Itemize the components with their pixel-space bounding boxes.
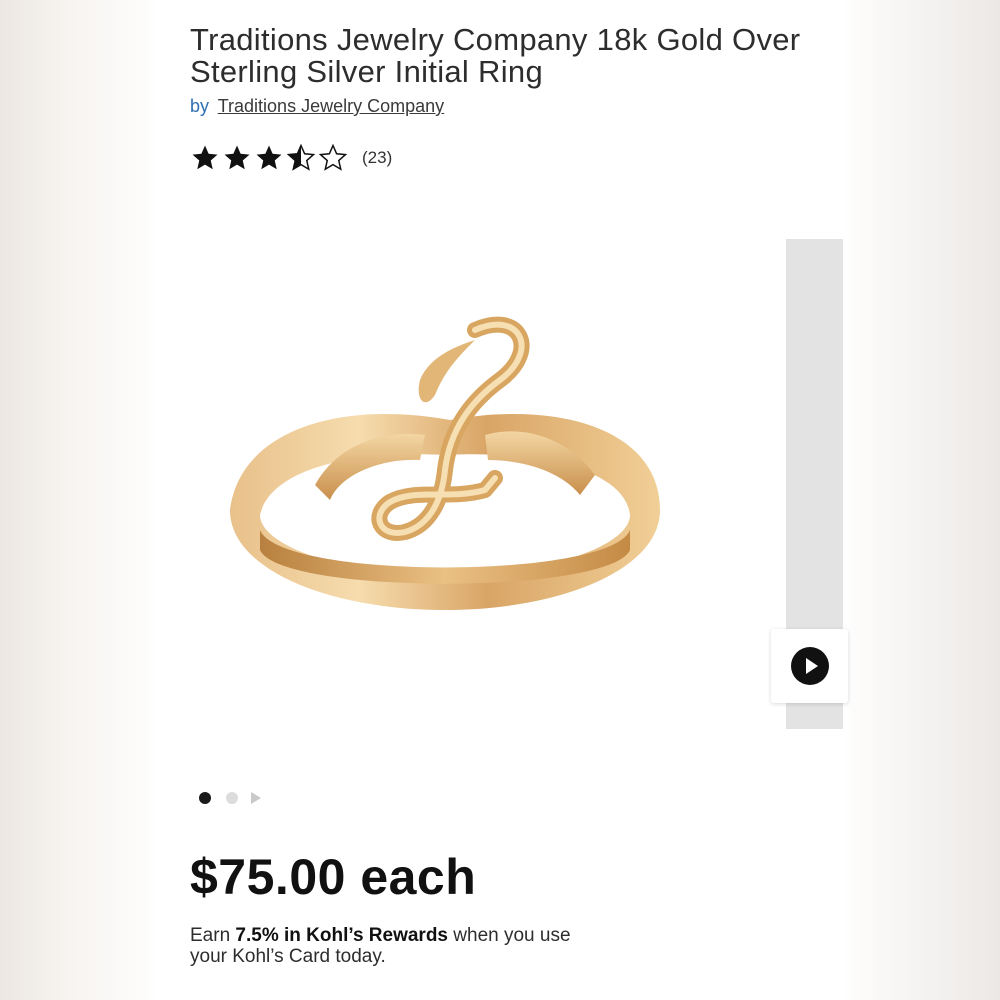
star-full-icon bbox=[256, 145, 282, 170]
carousel-dot[interactable] bbox=[226, 792, 238, 804]
rewards-message: Earn 7.5% in Kohl’s Rewards when you use… bbox=[190, 925, 610, 967]
rewards-highlight: 7.5% in Kohl’s Rewards bbox=[235, 925, 449, 946]
review-count[interactable]: (23) bbox=[362, 148, 392, 168]
star-rating bbox=[190, 143, 350, 173]
brand-link[interactable]: Traditions Jewelry Company bbox=[218, 96, 444, 116]
chevron-right-icon[interactable] bbox=[251, 792, 261, 804]
by-label: by bbox=[190, 96, 210, 116]
carousel-pagination bbox=[199, 792, 261, 804]
rewards-prefix: Earn bbox=[190, 925, 236, 946]
star-empty-icon bbox=[318, 143, 348, 171]
brand-byline: by Traditions Jewelry Company bbox=[190, 96, 444, 117]
star-full-icon bbox=[192, 145, 218, 170]
video-play-button[interactable] bbox=[771, 629, 848, 703]
play-icon bbox=[790, 647, 829, 685]
carousel-dot-active[interactable] bbox=[199, 792, 211, 804]
star-full-icon bbox=[224, 145, 250, 170]
gold-initial-ring-image bbox=[230, 316, 660, 610]
star-half-icon bbox=[286, 143, 316, 171]
product-image-carousel[interactable] bbox=[190, 200, 848, 760]
rating-row[interactable]: (23) bbox=[190, 143, 392, 173]
product-card: Traditions Jewelry Company 18k Gold Over… bbox=[157, 0, 848, 1000]
product-title: Traditions Jewelry Company 18k Gold Over… bbox=[190, 22, 801, 89]
product-price: $75.00 each bbox=[190, 849, 477, 905]
